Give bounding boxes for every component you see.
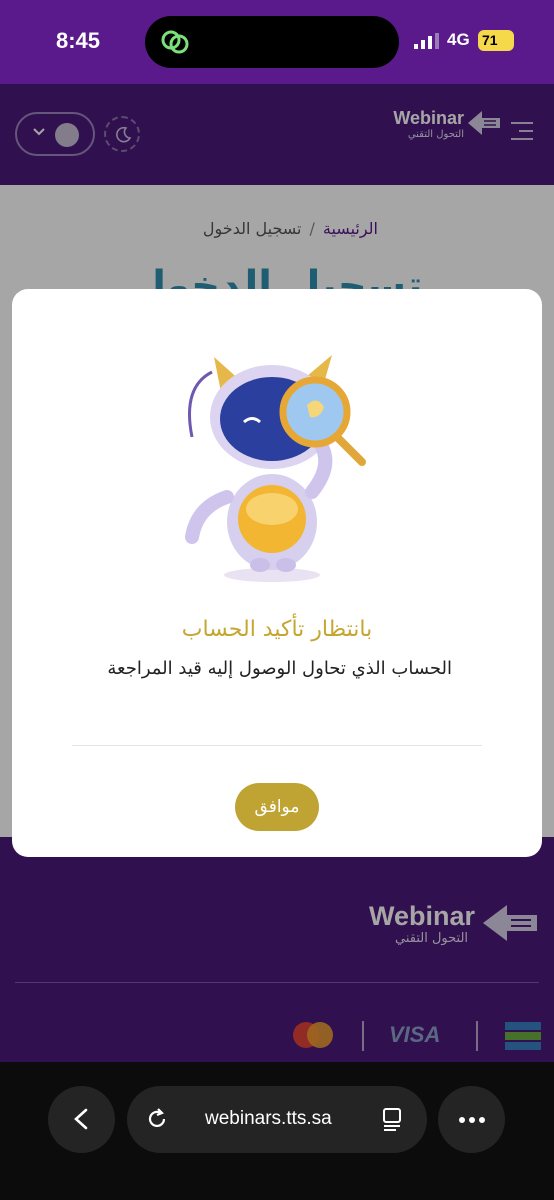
- status-time: 8:45: [56, 28, 101, 53]
- signal-icon: [414, 33, 439, 49]
- back-button[interactable]: [48, 1086, 115, 1153]
- more-options-button[interactable]: [438, 1086, 505, 1153]
- reader-mode-icon[interactable]: [381, 1107, 405, 1131]
- ok-button[interactable]: موافق: [235, 783, 319, 831]
- dialog-divider: [72, 745, 482, 746]
- dialog-message: الحساب الذي تحاول الوصول إليه قيد المراج…: [107, 658, 452, 679]
- browser-toolbar: webinars.tts.sa: [0, 1062, 554, 1200]
- status-bar: 8:45 4G 71: [0, 0, 554, 84]
- link-activity-icon: [161, 30, 189, 54]
- robot-magnifier-illustration: [185, 355, 366, 582]
- url-text: webinars.tts.sa: [205, 1108, 332, 1129]
- dialog-title: بانتظار تأكيد الحساب: [181, 617, 373, 642]
- chevron-left-icon: [74, 1108, 88, 1130]
- network-type: 4G: [447, 30, 470, 49]
- reload-icon[interactable]: [145, 1107, 169, 1131]
- address-bar[interactable]: webinars.tts.sa: [127, 1086, 427, 1153]
- battery-level: 71: [482, 32, 498, 48]
- account-pending-dialog: بانتظار تأكيد الحساب الحساب الذي تحاول ا…: [12, 289, 542, 857]
- battery-icon: 71: [478, 30, 514, 51]
- more-dots-icon: [459, 1117, 485, 1123]
- dynamic-island: [145, 16, 399, 68]
